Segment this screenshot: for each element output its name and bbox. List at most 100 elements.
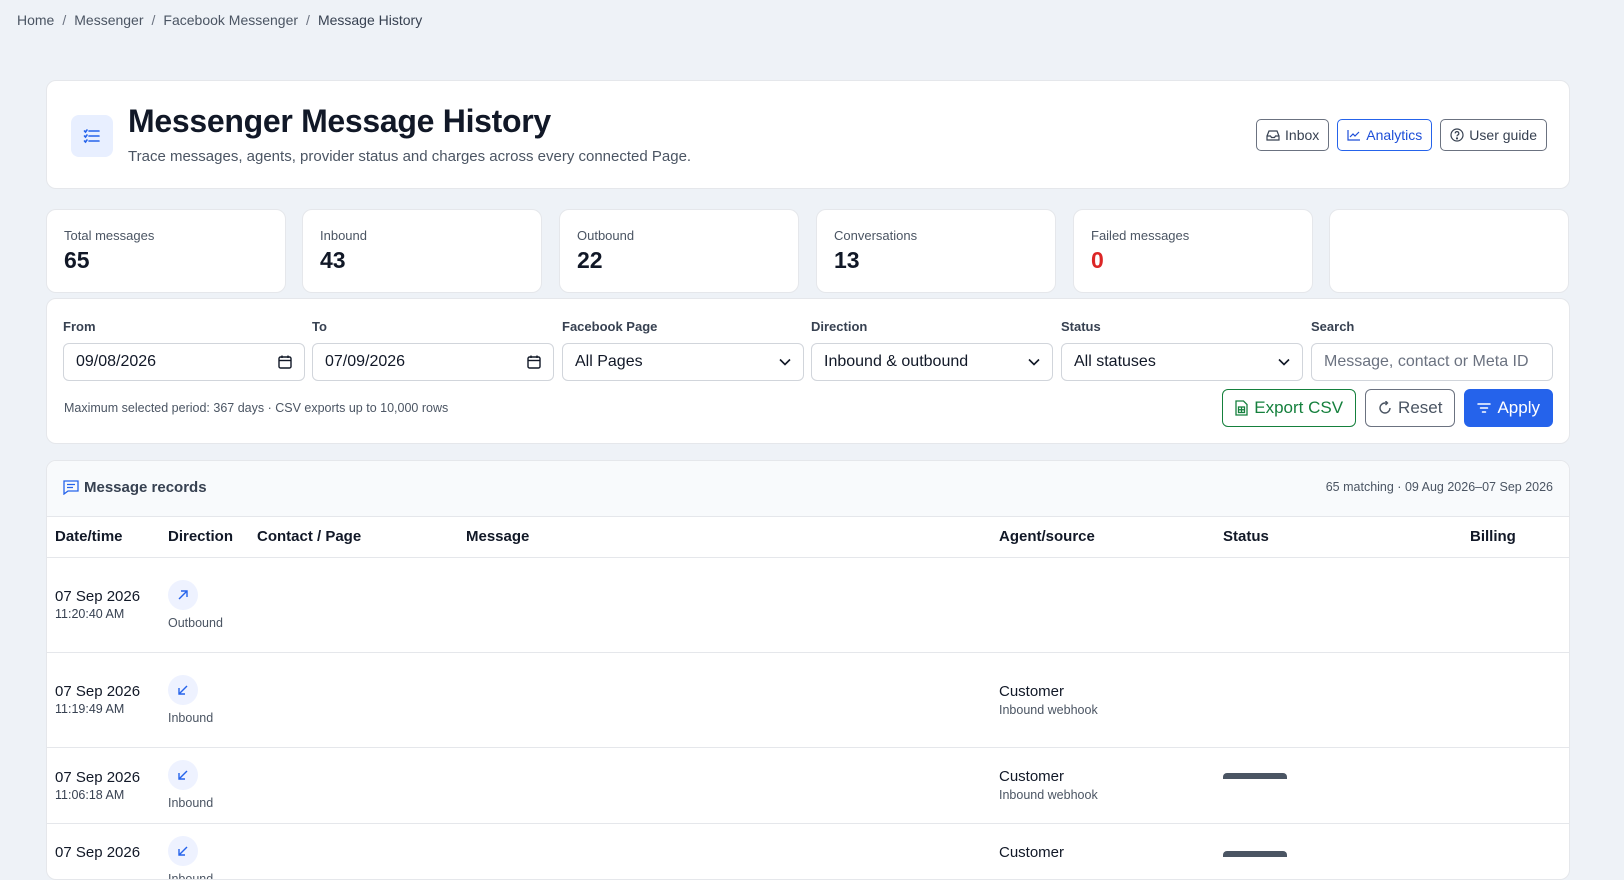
- column-header[interactable]: Status: [1215, 517, 1462, 557]
- user-guide-button[interactable]: User guide: [1440, 119, 1547, 151]
- column-header[interactable]: Agent/source: [991, 517, 1215, 557]
- stat-label: Outbound: [577, 228, 634, 243]
- row-direction: Inbound: [168, 796, 241, 810]
- column-header[interactable]: Direction: [160, 517, 249, 557]
- filter-panel: From 09/08/2026 To 07/09/2026 Facebook P…: [46, 298, 1570, 444]
- page-subtitle: Trace messages, agents, provider status …: [128, 148, 691, 165]
- row-billing: [1462, 823, 1570, 880]
- arrow-down-left-icon: [168, 760, 198, 790]
- row-date: 07 Sep 2026: [55, 844, 152, 861]
- arrow-down-left-icon: [168, 836, 198, 866]
- stat-total-messages: Total messages 65: [46, 209, 286, 293]
- stat-conversations: Conversations 13: [816, 209, 1056, 293]
- stat-outbound: Outbound 22: [559, 209, 799, 293]
- table-row[interactable]: 07 Sep 202611:19:49 AM Inbound CustomerI…: [47, 652, 1570, 747]
- status-badge: [1223, 773, 1287, 779]
- row-direction: Inbound: [168, 872, 241, 880]
- row-message: [458, 652, 991, 747]
- reset-button[interactable]: Reset: [1365, 389, 1455, 427]
- row-agent: Customer: [999, 844, 1207, 861]
- column-header[interactable]: Billing: [1462, 517, 1570, 557]
- status-label: Status: [1061, 319, 1303, 334]
- from-label: From: [63, 319, 305, 334]
- filter-icon: [1477, 402, 1491, 414]
- breadcrumb-messenger[interactable]: Messenger: [74, 12, 143, 28]
- row-status: [1215, 747, 1462, 823]
- breadcrumb-separator: /: [62, 12, 66, 28]
- direction-select[interactable]: Inbound & outbound: [811, 343, 1053, 381]
- row-date: 07 Sep 2026: [55, 769, 152, 786]
- row-message: [458, 823, 991, 880]
- row-status: [1215, 823, 1462, 880]
- stat-label: Failed messages: [1091, 228, 1189, 243]
- row-time: 11:20:40 AM: [55, 607, 152, 621]
- reset-label: Reset: [1398, 398, 1442, 418]
- row-billing: [1462, 652, 1570, 747]
- records-title-text: Message records: [84, 479, 207, 496]
- facebook-page-value: All Pages: [575, 353, 643, 371]
- row-direction: Inbound: [168, 711, 241, 725]
- row-status: [1215, 652, 1462, 747]
- row-billing: [1462, 747, 1570, 823]
- calendar-icon: [278, 355, 292, 369]
- breadcrumb-home[interactable]: Home: [17, 12, 54, 28]
- row-source: Inbound webhook: [999, 703, 1207, 717]
- stat-inbound: Inbound 43: [302, 209, 542, 293]
- breadcrumb-facebook-messenger[interactable]: Facebook Messenger: [163, 12, 298, 28]
- row-time: 11:19:49 AM: [55, 702, 152, 716]
- direction-label: Direction: [811, 319, 1053, 334]
- list-icon: [71, 115, 113, 157]
- page-header: Messenger Message History Trace messages…: [46, 80, 1570, 189]
- analytics-button-label: Analytics: [1366, 127, 1422, 143]
- facebook-page-label: Facebook Page: [562, 319, 804, 334]
- from-date-input[interactable]: 09/08/2026: [63, 343, 305, 381]
- stat-value: 13: [834, 247, 860, 274]
- chevron-down-icon: [779, 358, 791, 366]
- records-header: Message records 65 matching · 09 Aug 202…: [47, 461, 1569, 517]
- row-contact: [249, 823, 458, 880]
- stat-value: 0: [1091, 247, 1104, 274]
- calendar-icon: [527, 355, 541, 369]
- table-row[interactable]: 07 Sep 202611:06:18 AM Inbound CustomerI…: [47, 747, 1570, 823]
- export-csv-button[interactable]: Export CSV: [1222, 389, 1356, 427]
- table-row[interactable]: 07 Sep 202611:20:40 AM Outbound: [47, 557, 1570, 652]
- row-agent: Customer: [999, 683, 1207, 700]
- breadcrumb-current: Message History: [318, 12, 422, 28]
- to-date-value: 07/09/2026: [325, 353, 405, 371]
- row-source: Inbound webhook: [999, 788, 1207, 802]
- apply-label: Apply: [1497, 398, 1540, 418]
- search-label: Search: [1311, 319, 1553, 334]
- inbox-button[interactable]: Inbox: [1256, 119, 1329, 151]
- to-label: To: [312, 319, 554, 334]
- inbox-button-label: Inbox: [1285, 127, 1319, 143]
- status-select[interactable]: All statuses: [1061, 343, 1303, 381]
- chevron-down-icon: [1278, 358, 1290, 366]
- chart-icon: [1347, 129, 1361, 141]
- stat-label: Conversations: [834, 228, 917, 243]
- analytics-button[interactable]: Analytics: [1337, 119, 1432, 151]
- to-date-input[interactable]: 07/09/2026: [312, 343, 554, 381]
- facebook-page-select[interactable]: All Pages: [562, 343, 804, 381]
- row-message: [458, 557, 991, 652]
- inbox-icon: [1266, 129, 1280, 141]
- row-contact: [249, 747, 458, 823]
- user-guide-button-label: User guide: [1469, 127, 1537, 143]
- file-spreadsheet-icon: [1235, 400, 1248, 416]
- column-header[interactable]: Contact / Page: [249, 517, 458, 557]
- table-row[interactable]: 07 Sep 2026 Inbound Customer: [47, 823, 1570, 880]
- refresh-icon: [1378, 401, 1392, 415]
- apply-button[interactable]: Apply: [1464, 389, 1553, 427]
- stat-value: 22: [577, 247, 603, 274]
- stat-value: 65: [64, 247, 90, 274]
- search-input[interactable]: Message, contact or Meta ID: [1311, 343, 1553, 381]
- row-agent: Customer: [999, 768, 1207, 785]
- column-header[interactable]: Date/time: [47, 517, 160, 557]
- status-field: Status All statuses: [1061, 319, 1303, 381]
- status-value: All statuses: [1074, 353, 1156, 371]
- to-field: To 07/09/2026: [312, 319, 554, 381]
- column-header[interactable]: Message: [458, 517, 991, 557]
- from-date-value: 09/08/2026: [76, 353, 156, 371]
- status-badge: [1223, 851, 1287, 857]
- stat-label: Total messages: [64, 228, 154, 243]
- arrow-down-left-icon: [168, 675, 198, 705]
